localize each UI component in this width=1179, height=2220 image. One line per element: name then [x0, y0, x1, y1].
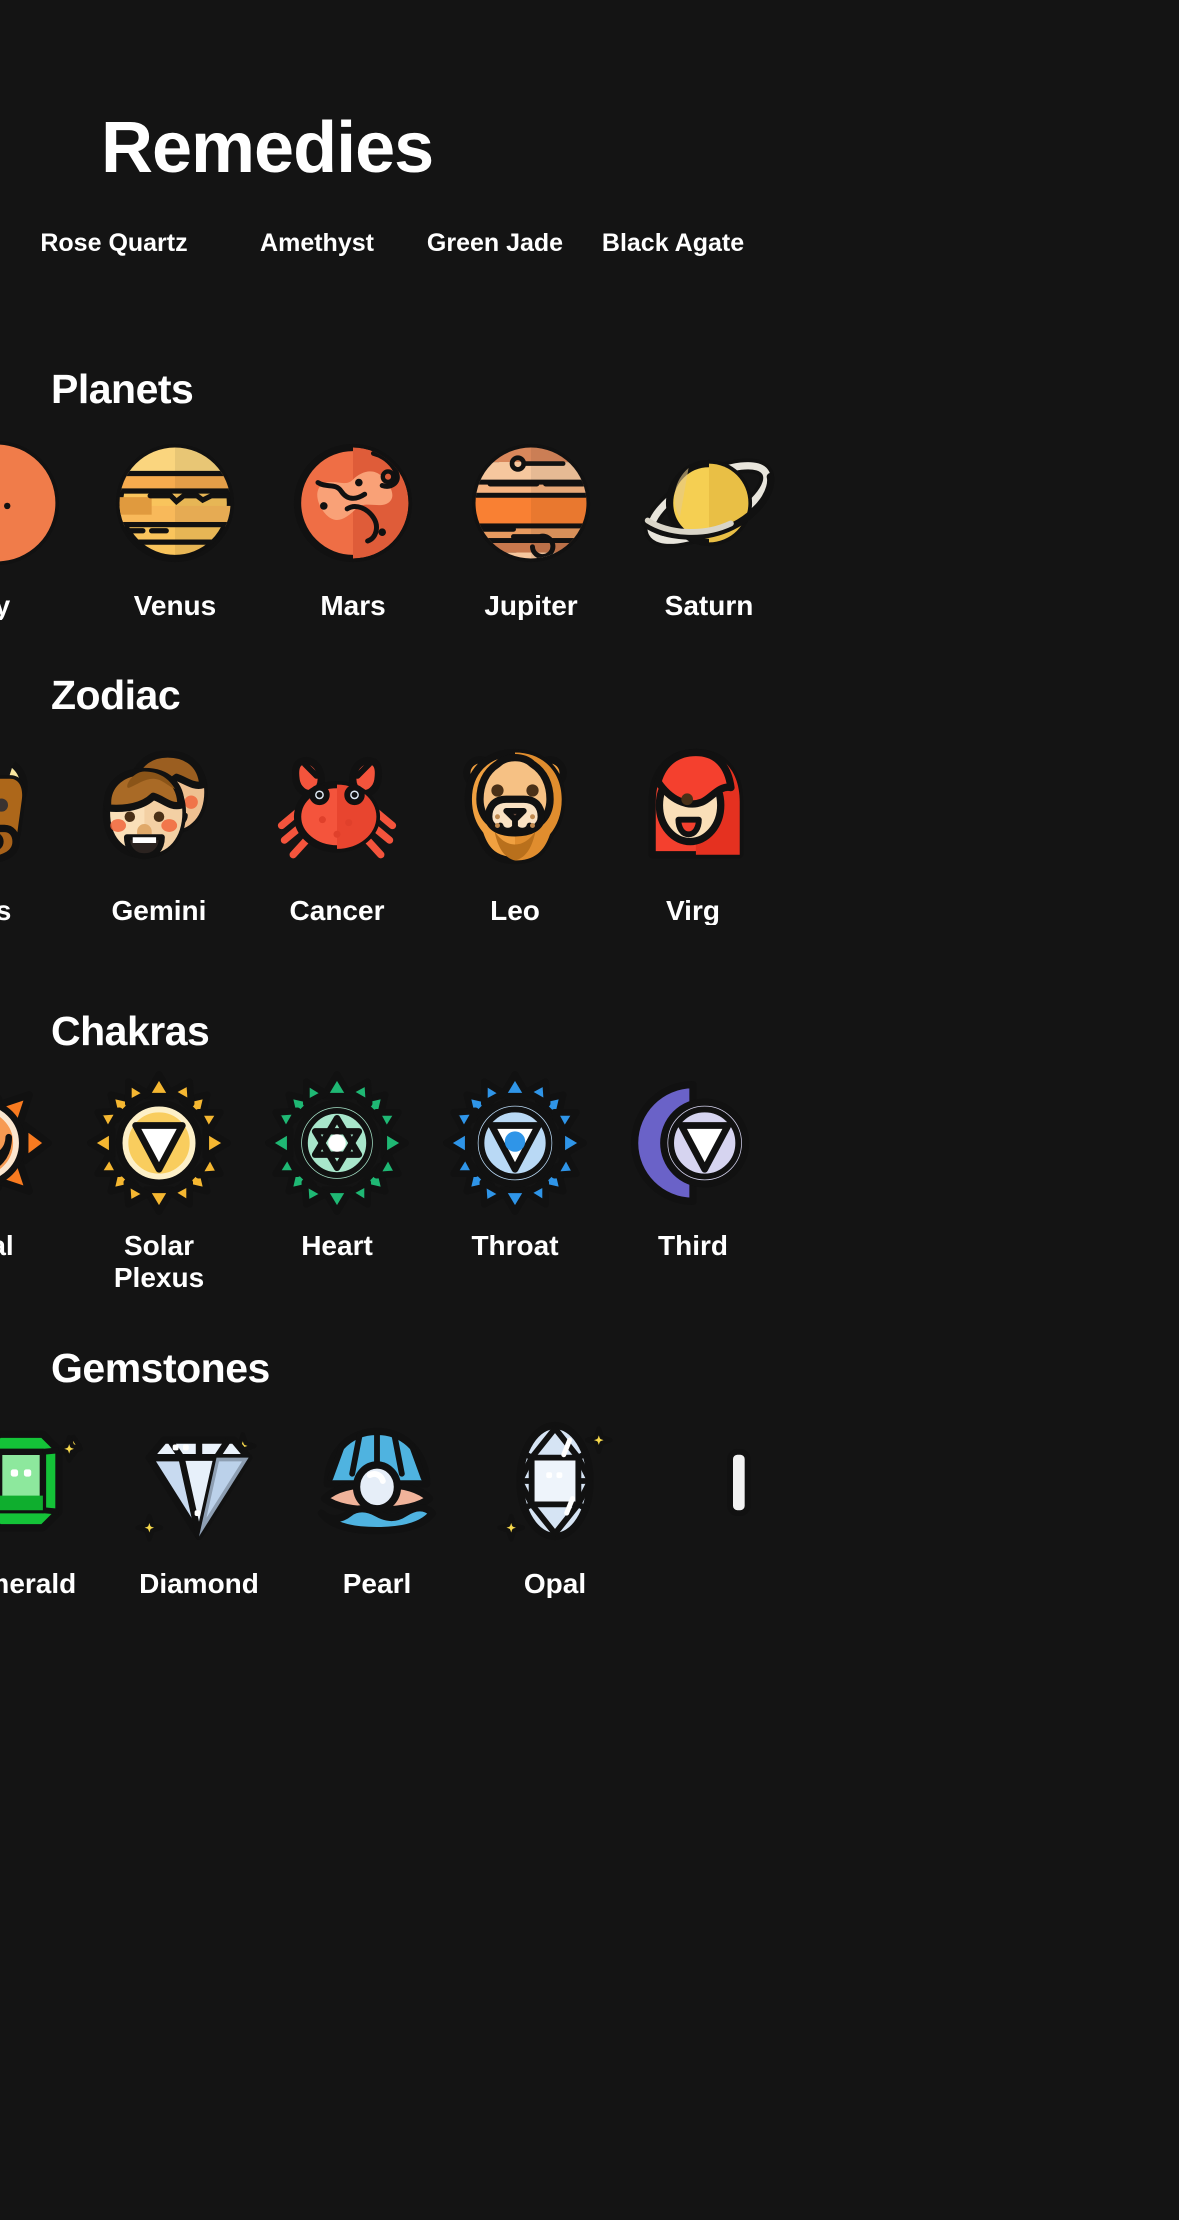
remedy-chip[interactable]: Amethyst [228, 228, 406, 259]
planet-item-jupiter[interactable]: Jupiter [442, 430, 620, 620]
jupiter-planet-icon [458, 430, 604, 576]
solar-plexus-chakra-icon [86, 1070, 232, 1216]
chakra-item-third-eye[interactable]: Third [604, 1070, 782, 1262]
gemstones-carousel[interactable]: Emerald [0, 1408, 1179, 1598]
chakra-label: acral [0, 1230, 14, 1261]
throat-chakra-icon [442, 1070, 588, 1216]
chakra-label: Heart [301, 1230, 373, 1261]
chakra-label: Third [658, 1230, 728, 1261]
planet-label: Venus [133, 590, 217, 620]
remedy-chip[interactable]: Black Agate [584, 228, 762, 259]
next-gem-icon [660, 1408, 806, 1554]
chakra-item-heart[interactable]: Heart [248, 1070, 426, 1262]
gemstone-item-opal[interactable]: Opal [466, 1408, 644, 1598]
diamond-gem-icon [126, 1408, 272, 1554]
leo-lion-icon [442, 735, 588, 881]
planet-item-saturn[interactable]: Saturn [620, 430, 798, 620]
chakra-item-sacral[interactable]: acral [0, 1070, 70, 1262]
remedy-label: Amethyst [260, 229, 374, 257]
mars-planet-icon [280, 430, 426, 576]
remedy-chip[interactable]: Rose Quartz [0, 228, 228, 259]
planet-label: Saturn [664, 590, 754, 620]
planet-item-mars[interactable]: Mars [264, 430, 442, 620]
remedy-label: Black Agate [601, 229, 745, 257]
sacral-chakra-icon [0, 1070, 54, 1216]
gemstone-label: Pearl [342, 1568, 412, 1598]
gemini-twins-icon [86, 735, 232, 881]
gemstone-label: Emerald [0, 1568, 77, 1598]
mercury-planet-icon [0, 430, 70, 576]
taurus-bull-icon [0, 735, 54, 881]
gemstone-item-next[interactable] [644, 1408, 822, 1568]
emerald-gem-icon [0, 1408, 94, 1554]
planet-item-venus[interactable]: Venus [86, 430, 264, 620]
remedies-screen: Remedies Rose Quartz Amethyst Green Jade… [0, 0, 1179, 2220]
opal-gem-icon [482, 1408, 628, 1554]
chakras-carousel[interactable]: acral Solar [0, 1070, 1179, 1300]
zodiac-label: Leo [490, 895, 540, 925]
chakra-label: Solar Plexus [113, 1230, 205, 1293]
pearl-shell-icon [304, 1408, 450, 1554]
planet-label: ry [0, 590, 11, 620]
zodiac-item-virgo[interactable]: Virg [604, 735, 782, 925]
zodiac-item-cancer[interactable]: Cancer [248, 735, 426, 925]
planets-carousel[interactable]: ry [0, 430, 1179, 620]
zodiac-label: urus [0, 895, 12, 925]
remedies-carousel[interactable]: Rose Quartz Amethyst Green Jade Black Ag… [0, 228, 1179, 318]
planet-item-mercury[interactable]: ry [0, 430, 86, 620]
section-title-planets: Planets [51, 366, 194, 412]
zodiac-label: Virg [666, 895, 720, 925]
heart-chakra-icon [264, 1070, 410, 1216]
section-title-zodiac: Zodiac [51, 672, 181, 718]
venus-planet-icon [102, 430, 248, 576]
gemstone-item-emerald[interactable]: Emerald [0, 1408, 110, 1598]
zodiac-item-leo[interactable]: Leo [426, 735, 604, 925]
chakra-label: Throat [471, 1230, 559, 1261]
zodiac-item-gemini[interactable]: Gemini [70, 735, 248, 925]
gemstone-label: Opal [523, 1568, 587, 1598]
gemstone-item-diamond[interactable]: Diamond [110, 1408, 288, 1598]
remedy-label: Green Jade [426, 229, 564, 257]
chakra-item-throat[interactable]: Throat [426, 1070, 604, 1262]
zodiac-label: Cancer [289, 895, 385, 925]
page-title: Remedies [101, 108, 434, 188]
gemstone-label: Diamond [139, 1568, 259, 1598]
gemstone-item-pearl[interactable]: Pearl [288, 1408, 466, 1598]
zodiac-carousel[interactable]: urus [0, 735, 1179, 925]
remedy-chip[interactable]: Green Jade [406, 228, 584, 259]
remedy-label: Rose Quartz [40, 229, 188, 257]
zodiac-item-taurus[interactable]: urus [0, 735, 70, 925]
section-title-gemstones: Gemstones [51, 1345, 270, 1391]
planet-label: Mars [320, 590, 386, 620]
virgo-maiden-icon [620, 735, 766, 881]
section-title-chakras: Chakras [51, 1008, 210, 1054]
cancer-crab-icon [264, 735, 410, 881]
third-eye-chakra-icon [620, 1070, 766, 1216]
chakra-item-solar-plexus[interactable]: Solar Plexus [70, 1070, 248, 1294]
saturn-planet-icon [636, 430, 782, 576]
planet-label: Jupiter [484, 590, 578, 620]
zodiac-label: Gemini [111, 895, 207, 925]
